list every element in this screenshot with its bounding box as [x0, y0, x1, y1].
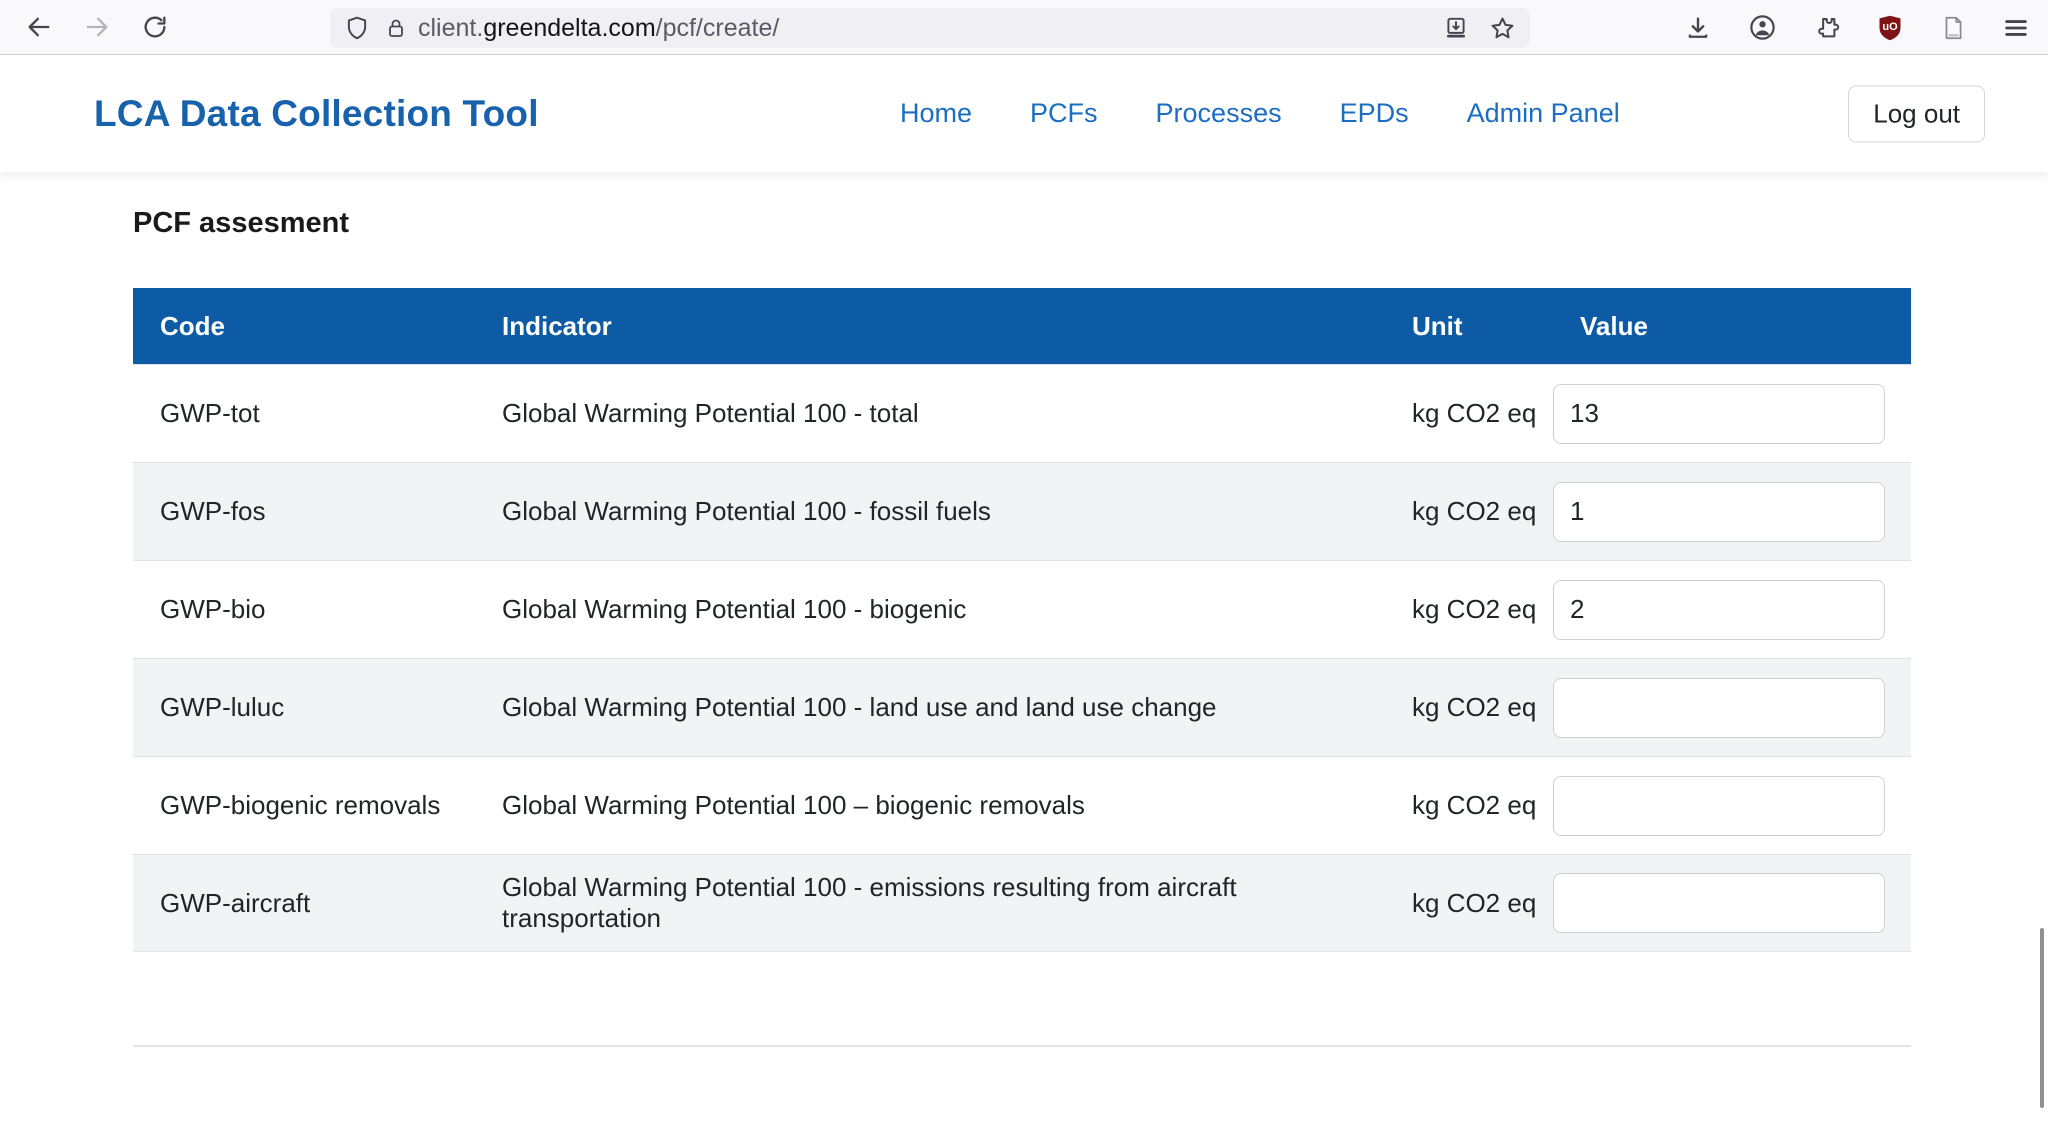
indicator-cell: Global Warming Potential 100 - total	[475, 398, 1385, 429]
bookmark-star-icon[interactable]	[1489, 15, 1516, 42]
menu-icon[interactable]	[2002, 14, 2030, 42]
unit-cell: kg CO2 eq	[1385, 692, 1553, 723]
download-icon[interactable]	[1684, 14, 1712, 42]
unit-cell: kg CO2 eq	[1385, 594, 1553, 625]
value-input-gwp-fos[interactable]	[1553, 482, 1885, 542]
url-bar[interactable]: client.greendelta.com/pcf/create/	[330, 8, 1530, 48]
code-cell: GWP-biogenic removals	[133, 790, 475, 821]
indicator-cell: Global Warming Potential 100 – biogenic …	[475, 790, 1385, 821]
reload-icon[interactable]	[138, 10, 172, 44]
col-header-indicator: Indicator	[475, 311, 1385, 342]
back-icon[interactable]	[22, 10, 56, 44]
forward-icon[interactable]	[80, 10, 114, 44]
url-text: client.greendelta.com/pcf/create/	[418, 14, 779, 43]
indicator-cell: Global Warming Potential 100 - land use …	[475, 692, 1385, 723]
unit-cell: kg CO2 eq	[1385, 398, 1553, 429]
nav-pcfs[interactable]: PCFs	[1030, 98, 1098, 129]
unit-cell: kg CO2 eq	[1385, 790, 1553, 821]
col-header-code: Code	[133, 311, 475, 342]
code-cell: GWP-aircraft	[133, 888, 475, 919]
app-title: LCA Data Collection Tool	[94, 93, 539, 135]
table-row: GWP-fos Global Warming Potential 100 - f…	[133, 462, 1911, 560]
table-row: GWP-aircraft Global Warming Potential 10…	[133, 854, 1911, 952]
unit-cell: kg CO2 eq	[1385, 888, 1553, 919]
pcf-table: Code Indicator Unit Value GWP-tot Global…	[133, 288, 1911, 952]
code-cell: GWP-luluc	[133, 692, 475, 723]
table-row: GWP-bio Global Warming Potential 100 - b…	[133, 560, 1911, 658]
code-cell: GWP-fos	[133, 496, 475, 527]
value-input-gwp-tot[interactable]	[1553, 384, 1885, 444]
extensions-icon[interactable]	[1813, 14, 1840, 41]
code-cell: GWP-bio	[133, 594, 475, 625]
site-header: LCA Data Collection Tool Home PCFs Proce…	[0, 55, 2048, 172]
page-title: PCF assesment	[133, 207, 1915, 240]
col-header-value: Value	[1553, 311, 1911, 342]
table-row: GWP-biogenic removals Global Warming Pot…	[133, 756, 1911, 854]
indicator-cell: Global Warming Potential 100 - biogenic	[475, 594, 1385, 625]
account-icon[interactable]	[1748, 13, 1777, 42]
value-input-gwp-luluc[interactable]	[1553, 678, 1885, 738]
main-content: PCF assesment Code Indicator Unit Value …	[0, 172, 2048, 952]
shield-icon[interactable]	[344, 15, 370, 41]
nav-home[interactable]: Home	[900, 98, 972, 129]
value-input-gwp-bio[interactable]	[1553, 580, 1885, 640]
main-nav: Home PCFs Processes EPDs Admin Panel	[900, 55, 1620, 172]
unit-cell: kg CO2 eq	[1385, 496, 1553, 527]
lock-icon[interactable]	[384, 15, 408, 41]
logout-button[interactable]: Log out	[1848, 85, 1985, 142]
indicator-cell: Global Warming Potential 100 - emissions…	[475, 872, 1385, 934]
col-header-unit: Unit	[1385, 311, 1553, 342]
value-input-gwp-biogenic-removals[interactable]	[1553, 776, 1885, 836]
value-input-gwp-aircraft[interactable]	[1553, 873, 1885, 933]
indicator-cell: Global Warming Potential 100 - fossil fu…	[475, 496, 1385, 527]
table-row: GWP-tot Global Warming Potential 100 - t…	[133, 364, 1911, 462]
scrollbar-thumb[interactable]	[2040, 928, 2044, 1108]
nav-epds[interactable]: EPDs	[1340, 98, 1409, 129]
ublock-icon[interactable]: uO	[1876, 14, 1904, 42]
browser-toolbar: client.greendelta.com/pcf/create/ uO	[0, 0, 2048, 55]
nav-admin-panel[interactable]: Admin Panel	[1467, 98, 1620, 129]
nav-processes[interactable]: Processes	[1156, 98, 1282, 129]
document-icon[interactable]	[1940, 14, 1966, 42]
table-header-row: Code Indicator Unit Value	[133, 288, 1911, 364]
save-page-icon[interactable]	[1443, 15, 1469, 41]
footer-divider	[133, 1045, 1911, 1047]
table-row: GWP-luluc Global Warming Potential 100 -…	[133, 658, 1911, 756]
code-cell: GWP-tot	[133, 398, 475, 429]
